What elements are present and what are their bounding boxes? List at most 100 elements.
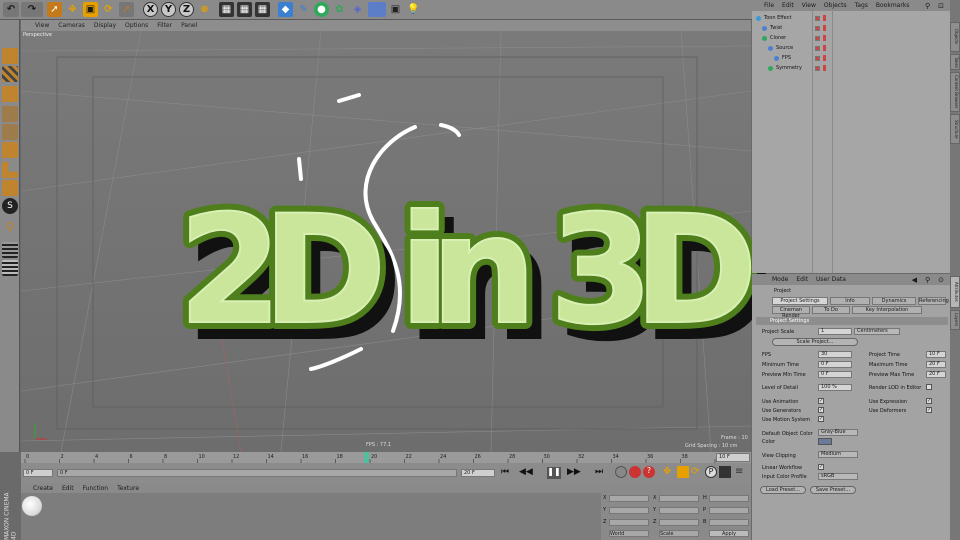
select-icon[interactable]: ➚ — [119, 2, 134, 17]
menu-mode[interactable]: Mode — [772, 276, 788, 283]
pause-icon[interactable]: ❚❚ — [547, 467, 561, 479]
array-icon[interactable]: ✿ — [332, 2, 347, 17]
autokey-icon[interactable] — [629, 466, 641, 478]
camera-icon[interactable]: ▣ — [388, 2, 403, 17]
snap-icon[interactable]: S — [2, 198, 18, 214]
polygons-mode-icon[interactable] — [2, 142, 18, 158]
menu-objects[interactable]: Objects — [824, 2, 847, 9]
texture-mode-icon[interactable] — [2, 66, 18, 82]
visibility-dots[interactable] — [815, 25, 820, 31]
world-dropdown[interactable]: World — [609, 530, 649, 537]
menu-user-data[interactable]: User Data — [816, 276, 846, 283]
playhead[interactable] — [364, 452, 369, 463]
deformer-icon[interactable]: ◈ — [350, 2, 365, 17]
coord-h-field[interactable] — [709, 495, 749, 502]
menu-cameras[interactable]: Cameras — [58, 22, 85, 29]
object-row[interactable]: Source — [752, 43, 950, 53]
menu-display[interactable]: Display — [94, 22, 116, 29]
scene-icon[interactable] — [368, 2, 386, 17]
key-pla-icon[interactable] — [719, 466, 731, 478]
key-position-icon[interactable]: ✥ — [663, 466, 675, 478]
preview-max-field[interactable]: 20 F — [926, 371, 946, 378]
coord-x-field[interactable] — [609, 495, 649, 502]
render-picture-icon[interactable]: ▦ — [237, 2, 252, 17]
visibility-dots[interactable] — [815, 45, 820, 51]
tab-takes[interactable]: Takes — [950, 54, 960, 70]
redo-icon[interactable]: ↷ — [21, 2, 43, 17]
tab-key-interpolation[interactable]: Key Interpolation — [852, 306, 922, 314]
scale-dropdown[interactable]: Scale — [659, 530, 699, 537]
object-name[interactable]: Symmetry — [776, 65, 802, 71]
search-icon[interactable]: ⚲ — [925, 2, 930, 10]
keyframe-selection-icon[interactable]: ? — [643, 466, 655, 478]
menu-view-obj[interactable]: View — [802, 2, 816, 9]
object-name[interactable]: Source — [776, 45, 793, 51]
menu-edit-attr[interactable]: Edit — [796, 276, 808, 283]
visibility-dots[interactable] — [815, 35, 820, 41]
save-preset-button[interactable]: Save Preset... — [810, 486, 856, 494]
prev-key-icon[interactable]: ◀◀ — [519, 467, 533, 477]
coord-p-field[interactable] — [709, 507, 749, 514]
load-preset-button[interactable]: Load Preset... — [760, 486, 806, 494]
y-axis-icon[interactable]: Y — [161, 2, 176, 17]
rotate-icon[interactable]: ⟳ — [101, 2, 116, 17]
default-color-dropdown[interactable]: Gray-Blue — [818, 429, 858, 436]
object-name[interactable]: Twist — [770, 25, 782, 31]
goto-end-icon[interactable]: ⏭ — [595, 467, 603, 477]
z-axis-icon[interactable]: Z — [179, 2, 194, 17]
menu-file[interactable]: File — [764, 2, 774, 9]
expand-icon[interactable]: ⊡ — [938, 2, 944, 10]
current-frame-field[interactable]: 10 F — [716, 453, 750, 462]
key-param-icon[interactable]: P — [705, 466, 717, 478]
grid-icon[interactable] — [2, 242, 18, 258]
linear-workflow-checkbox[interactable]: ✓ — [818, 464, 824, 470]
tab-cineman[interactable]: Cineman Render — [772, 306, 810, 319]
move-icon[interactable]: ✥ — [65, 2, 80, 17]
fps-field[interactable]: 30 — [818, 351, 852, 358]
workplane-icon[interactable]: ⚲ — [2, 220, 18, 236]
use-animation-checkbox[interactable]: ✓ — [818, 398, 824, 404]
cube-icon[interactable]: ◆ — [278, 2, 293, 17]
menu-tags[interactable]: Tags — [855, 2, 868, 9]
render-lod-checkbox[interactable] — [926, 384, 932, 390]
coord-sy-field[interactable] — [659, 507, 699, 514]
undo-icon[interactable]: ↶ — [3, 2, 19, 17]
tweak-mode-icon[interactable] — [2, 180, 18, 196]
pen-icon[interactable]: ✎ — [296, 2, 311, 17]
enable-check[interactable] — [823, 25, 826, 31]
menu-filter[interactable]: Filter — [157, 22, 172, 29]
tab-info[interactable]: Info — [830, 297, 870, 305]
menu-edit-obj[interactable]: Edit — [782, 2, 794, 9]
tab-dynamics[interactable]: Dynamics — [872, 297, 916, 305]
enable-check[interactable] — [823, 55, 826, 61]
object-row[interactable]: Twist — [752, 23, 950, 33]
enable-check[interactable] — [823, 65, 826, 71]
end-frame-field[interactable]: 20 F — [461, 469, 495, 477]
points-mode-icon[interactable] — [2, 106, 18, 122]
menu-function[interactable]: Function — [83, 485, 109, 492]
object-row[interactable]: Toon Effect — [752, 13, 950, 23]
menu-texture[interactable]: Texture — [117, 485, 139, 492]
axis-mode-icon[interactable] — [2, 162, 18, 178]
max-time-field[interactable]: 20 F — [926, 361, 946, 368]
tab-attributes[interactable]: Attributes — [950, 276, 960, 308]
render-settings-icon[interactable]: ▦ — [255, 2, 270, 17]
model-mode-icon[interactable] — [2, 48, 18, 64]
enable-check[interactable] — [823, 15, 826, 21]
project-scale-field[interactable]: 1 — [818, 328, 852, 335]
object-row[interactable]: Symmetry — [752, 63, 950, 73]
start-frame-field[interactable]: 0 F — [23, 469, 53, 477]
object-list[interactable]: Toon Effect Twist Cloner Source FPS Symmetry — [752, 11, 950, 273]
visibility-dots[interactable] — [815, 15, 820, 21]
tab-todo[interactable]: To Do — [812, 306, 850, 314]
input-profile-dropdown[interactable]: sRGB — [818, 473, 858, 480]
scale-project-button[interactable]: Scale Project... — [772, 338, 858, 346]
scale-icon[interactable]: ▣ — [83, 2, 98, 17]
use-generators-checkbox[interactable]: ✓ — [818, 407, 824, 413]
render-view-icon[interactable]: ▦ — [219, 2, 234, 17]
color-swatch[interactable] — [818, 438, 832, 445]
object-row[interactable]: Cloner — [752, 33, 950, 43]
coord-system-icon[interactable]: ⊕ — [197, 2, 212, 17]
key-rotation-icon[interactable]: ⟳ — [691, 466, 703, 478]
object-name[interactable]: FPS — [782, 55, 791, 61]
